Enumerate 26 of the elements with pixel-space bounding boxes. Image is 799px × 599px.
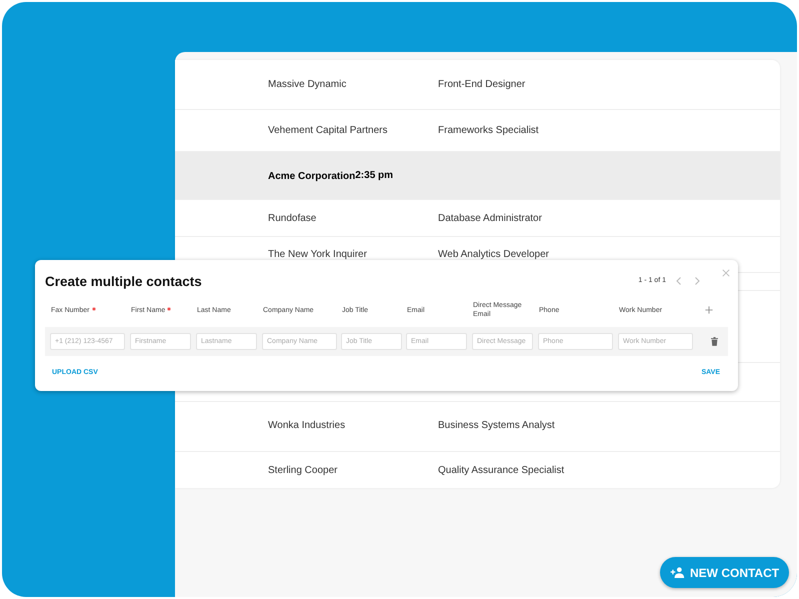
- message-time: 2:35 pm: [355, 170, 394, 181]
- job-title: Business Systems Analyst: [438, 420, 555, 431]
- next-icon[interactable]: [692, 276, 702, 286]
- table-row[interactable]: Acme Corporation2:35 pm: [175, 152, 780, 200]
- job-title: Web Analytics Developer: [438, 249, 549, 260]
- company-name: Vehement Capital Partners: [268, 125, 389, 136]
- close-icon[interactable]: [722, 269, 730, 277]
- table-row[interactable]: Wonka Industries Business Systems Analyst: [175, 400, 780, 452]
- table-row[interactable]: Rundofase Database Administrator: [175, 200, 780, 237]
- company-name: Rundofase: [268, 212, 318, 224]
- company-name: Wonka Industries: [268, 420, 346, 431]
- job-title: Frameworks Specialist: [438, 125, 539, 136]
- job-title: Front-End Designer: [438, 79, 526, 90]
- add-icon[interactable]: [705, 306, 713, 314]
- previous-icon[interactable]: [674, 276, 684, 286]
- table-row[interactable]: Sterling Cooper Quality Assurance Specialist: [175, 452, 780, 488]
- delete-icon[interactable]: [711, 337, 718, 346]
- company-name: Acme Corporation: [268, 171, 356, 182]
- job-title: Quality Assurance Specialist: [438, 464, 564, 476]
- dialog-title: Create multiple contacts: [45, 273, 202, 289]
- table-row[interactable]: Massive Dynamic Front-End Designer: [175, 60, 780, 110]
- company-name: Sterling Cooper: [268, 464, 338, 476]
- company-name: The New York Inquirer: [268, 249, 368, 260]
- add-person-icon: [670, 567, 685, 578]
- job-title: Database Administrator: [438, 212, 542, 224]
- company-name: Massive Dynamic: [268, 79, 348, 90]
